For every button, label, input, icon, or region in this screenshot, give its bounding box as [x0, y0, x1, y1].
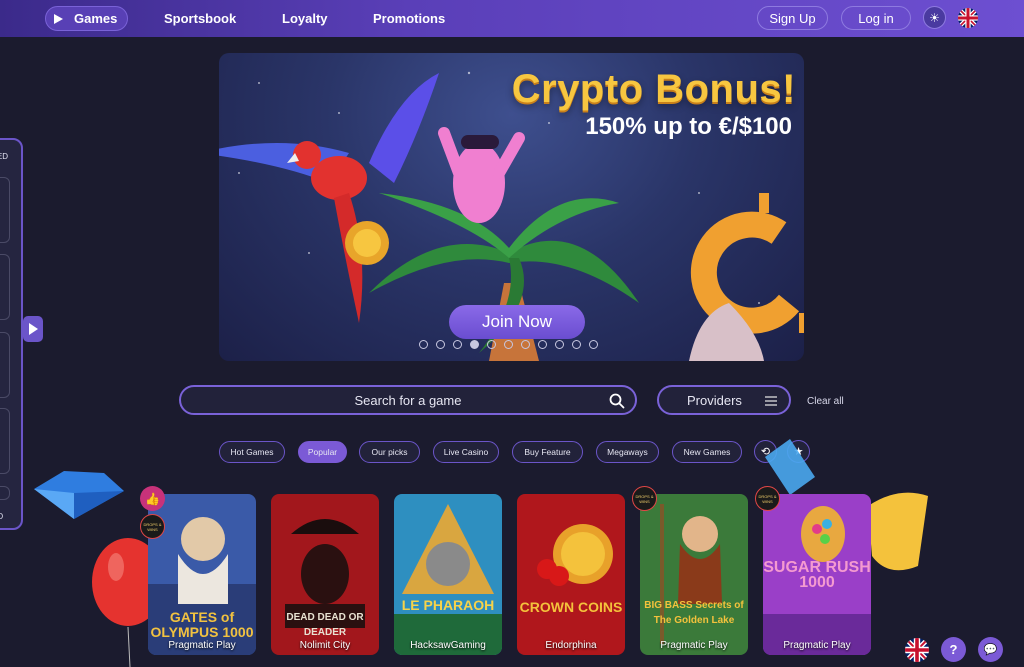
game-provider: HacksawGaming	[410, 640, 486, 651]
question-icon: ?	[949, 642, 958, 657]
balloon-decoration	[92, 538, 154, 667]
nav-games-label: Games	[74, 11, 118, 26]
carousel-dot[interactable]	[538, 340, 547, 349]
nav-promotions-link[interactable]: Promotions	[373, 6, 445, 31]
carousel-dot[interactable]	[436, 340, 445, 349]
carousel-dot[interactable]	[453, 340, 462, 349]
side-panel-top-label: TED	[0, 152, 8, 161]
filter-chip-megaways[interactable]: Megaways	[596, 441, 659, 463]
chevron-right-icon	[28, 323, 38, 335]
game-provider: Pragmatic Play	[168, 640, 236, 651]
drops-wins-badge: DROPS & WINS	[755, 486, 780, 511]
game-title: GATES of OLYMPUS 1000	[150, 609, 254, 640]
search-input[interactable]: Search for a game	[179, 385, 637, 415]
game-provider: Pragmatic Play	[783, 640, 851, 651]
login-button[interactable]: Log in	[841, 6, 911, 30]
game-title: DEAD DEAD OR DEADER	[286, 612, 364, 638]
carousel-dot[interactable]	[555, 340, 564, 349]
game-provider: Pragmatic Play	[660, 640, 728, 651]
game-card[interactable]: BIG BASS Secrets of The Golden Lake Prag…	[640, 494, 748, 655]
game-provider: Nolimit City	[299, 640, 351, 651]
game-title: BIG BASS Secrets of The Golden Lake	[644, 600, 744, 626]
carousel-dot[interactable]	[419, 340, 428, 349]
side-panel: TED ED	[0, 138, 23, 530]
theme-toggle-button[interactable]: ☀	[923, 6, 946, 29]
game-title: CROWN COINS	[519, 599, 623, 615]
search-icon[interactable]	[609, 393, 625, 409]
uk-flag-icon[interactable]	[958, 8, 978, 28]
game-thumbnail	[517, 494, 625, 655]
game-card[interactable]: GATES of OLYMPUS 1000 Pragmatic Play	[148, 494, 256, 655]
game-provider: Endorphina	[545, 640, 597, 651]
carousel-dot[interactable]	[470, 340, 479, 349]
signup-button[interactable]: Sign Up	[757, 6, 828, 30]
banner-subtitle: 150% up to €/$100	[585, 113, 792, 140]
side-slot[interactable]	[0, 408, 10, 474]
game-thumbnail	[394, 494, 502, 655]
carousel-dots	[419, 340, 598, 349]
game-card[interactable]: SUGAR RUSH 1000 Pragmatic Play	[763, 494, 871, 655]
thumbs-up-icon[interactable]: 👍	[140, 486, 165, 511]
gem-decoration	[34, 471, 124, 519]
filter-chip-popular[interactable]: Popular	[298, 441, 347, 463]
drops-wins-badge: DROPS & WINS	[632, 486, 657, 511]
drops-wins-badge: DROPS & WINS	[140, 514, 165, 539]
clear-all-link[interactable]: Clear all	[807, 396, 844, 407]
side-slot[interactable]	[0, 177, 10, 243]
uk-flag-icon[interactable]	[905, 638, 929, 662]
banner-title: Crypto Bonus!	[511, 67, 796, 111]
side-panel-toggle-button[interactable]	[23, 316, 43, 342]
sun-icon: ☀	[929, 10, 940, 25]
game-card[interactable]: CROWN COINS Endorphina	[517, 494, 625, 655]
carousel-dot[interactable]	[572, 340, 581, 349]
chat-button[interactable]: 💬	[978, 637, 1003, 662]
filter-icon	[765, 396, 777, 406]
providers-dropdown[interactable]: Providers	[657, 385, 791, 415]
play-icon	[54, 13, 63, 24]
carousel-dot[interactable]	[589, 340, 598, 349]
chat-icon: 💬	[983, 644, 998, 656]
game-card[interactable]: LE PHARAOH HacksawGaming	[394, 494, 502, 655]
side-slot[interactable]	[0, 486, 10, 500]
nav-games-button[interactable]: Games	[45, 6, 128, 31]
filter-chip-live-casino[interactable]: Live Casino	[433, 441, 499, 463]
promo-banner[interactable]: Crypto Bonus! 150% up to €/$100 Join Now	[219, 53, 804, 361]
carousel-dot[interactable]	[521, 340, 530, 349]
game-title: SUGAR RUSH 1000	[763, 559, 871, 591]
join-now-button[interactable]: Join Now	[449, 305, 585, 339]
nav-sportsbook-link[interactable]: Sportsbook	[164, 6, 236, 31]
filter-chip-hot-games[interactable]: Hot Games	[219, 441, 285, 463]
filter-chip-new-games[interactable]: New Games	[672, 441, 742, 463]
side-panel-bottom-label: ED	[0, 512, 4, 521]
carousel-dot[interactable]	[504, 340, 513, 349]
filter-chip-buy-feature[interactable]: Buy Feature	[512, 441, 583, 463]
carousel-dot[interactable]	[487, 340, 496, 349]
filter-chip-our-picks[interactable]: Our picks	[359, 441, 420, 463]
game-thumbnail	[640, 494, 748, 655]
game-card[interactable]: DEAD DEAD OR DEADER Nolimit City	[271, 494, 379, 655]
providers-label: Providers	[687, 392, 742, 408]
side-slot[interactable]	[0, 254, 10, 320]
top-navigation: Games Sportsbook Loyalty Promotions Sign…	[0, 0, 1024, 37]
nav-loyalty-link[interactable]: Loyalty	[282, 6, 328, 31]
search-placeholder: Search for a game	[354, 392, 462, 408]
help-button[interactable]: ?	[941, 637, 966, 662]
side-slot[interactable]	[0, 332, 10, 398]
game-title: LE PHARAOH	[401, 597, 495, 613]
